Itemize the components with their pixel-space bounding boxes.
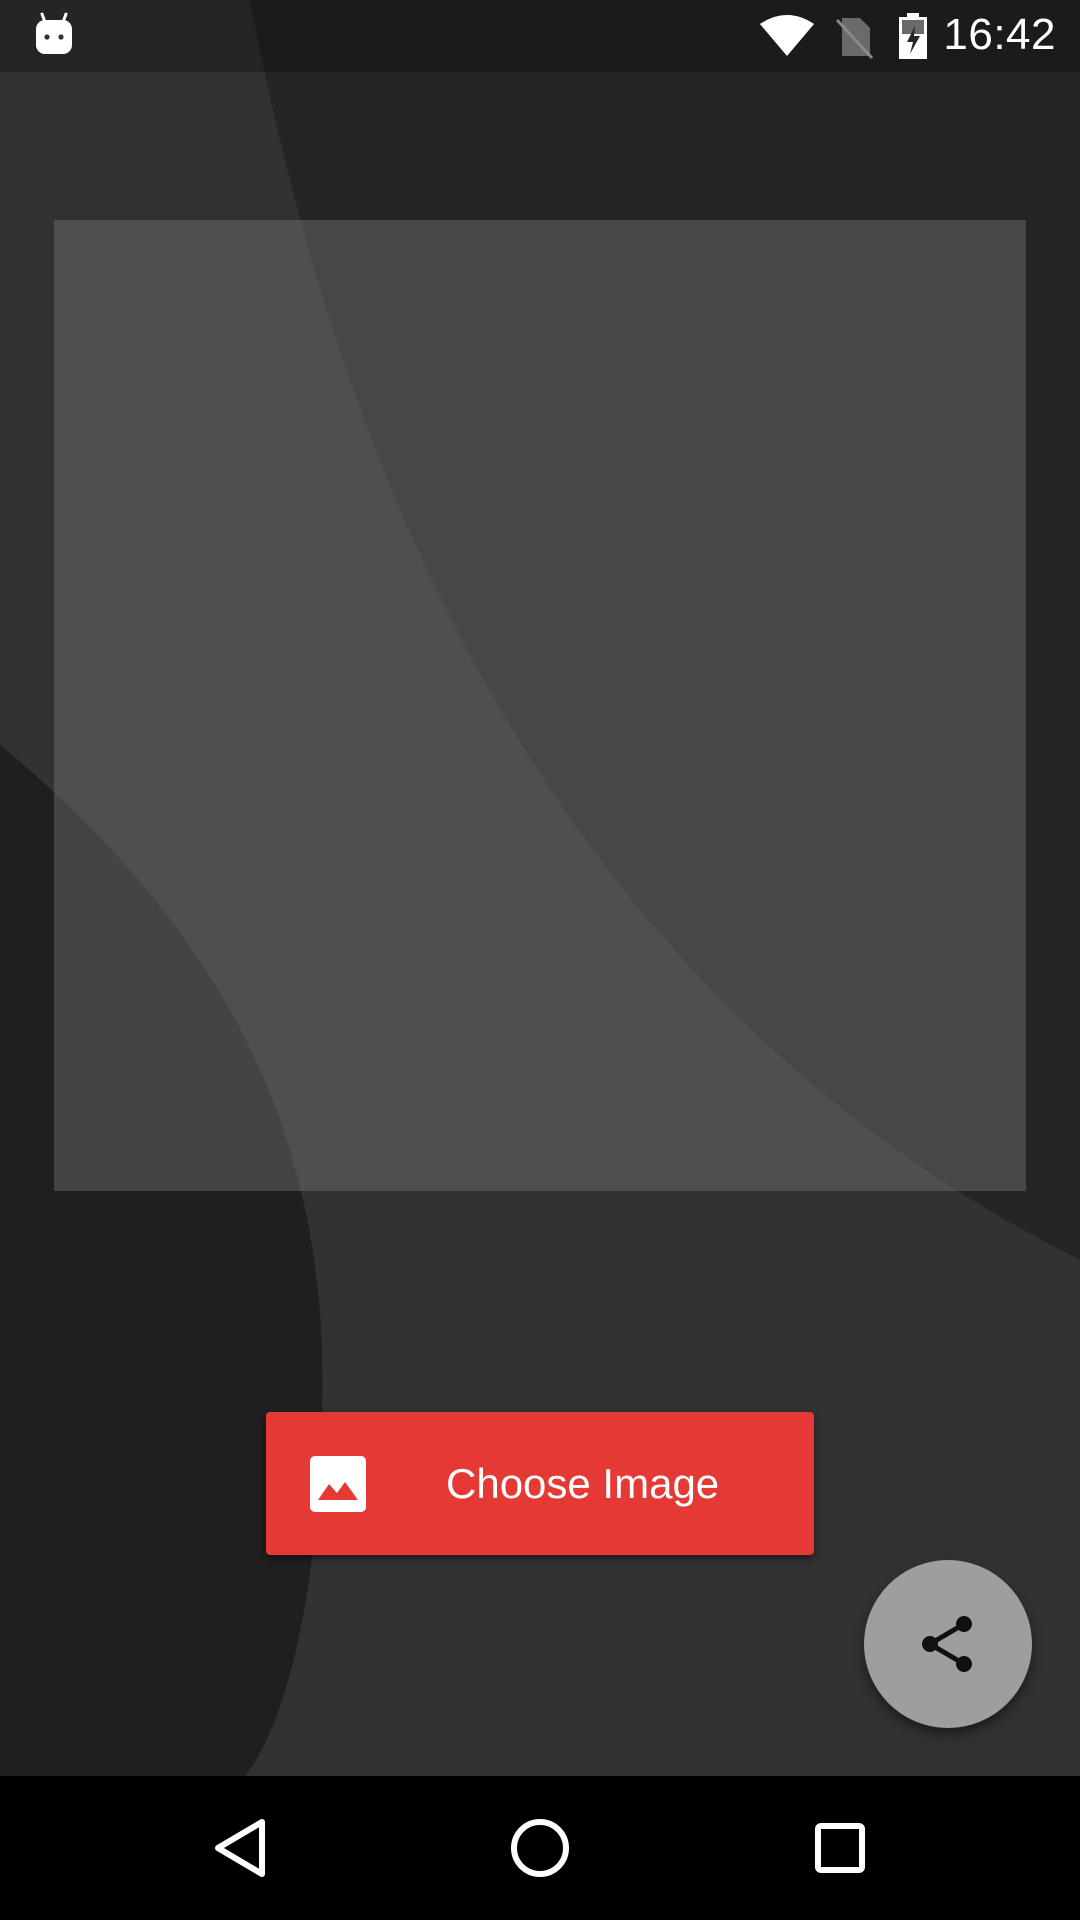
share-button[interactable] xyxy=(864,1560,1032,1728)
choose-image-button[interactable]: Choose Image xyxy=(266,1412,814,1555)
choose-image-label: Choose Image xyxy=(446,1460,720,1507)
android-notification-icon xyxy=(34,12,74,60)
back-button[interactable] xyxy=(204,1812,276,1884)
recents-button[interactable] xyxy=(804,1812,876,1884)
status-bar: 16:42 xyxy=(0,0,1080,72)
home-button[interactable] xyxy=(504,1812,576,1884)
image-icon xyxy=(310,1456,366,1512)
home-icon xyxy=(511,1819,569,1877)
wifi-icon xyxy=(758,14,816,62)
share-icon xyxy=(922,1616,972,1672)
back-icon xyxy=(215,1819,265,1877)
battery-charging-icon xyxy=(898,12,928,64)
no-sim-icon xyxy=(834,14,874,64)
recents-icon xyxy=(815,1823,865,1873)
image-preview-area xyxy=(54,220,1026,1191)
navigation-bar xyxy=(0,1776,1080,1920)
status-time: 16:42 xyxy=(943,10,1056,59)
app-screen: 16:42 Choose Image xyxy=(0,0,1080,1920)
